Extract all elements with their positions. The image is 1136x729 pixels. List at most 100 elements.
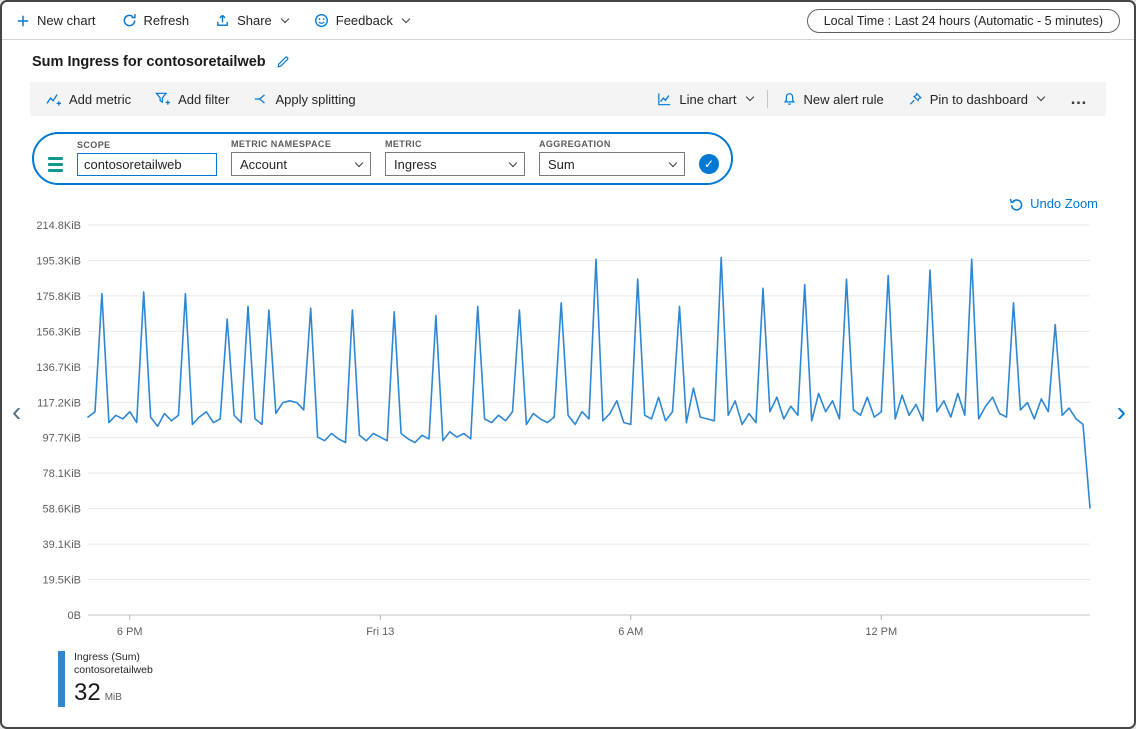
chevron-down-icon	[745, 93, 753, 101]
share-icon	[215, 13, 230, 28]
apply-splitting-label: Apply splitting	[275, 92, 355, 107]
legend-texts: Ingress (Sum) contosoretailweb 32 MiB	[74, 651, 153, 707]
scope-field: SCOPE	[77, 140, 217, 176]
scroll-left-chevron[interactable]: ‹	[12, 401, 21, 423]
feedback-label: Feedback	[336, 13, 393, 28]
share-button[interactable]: Share	[215, 13, 288, 28]
aggregation-field-label: AGGREGATION	[539, 139, 685, 149]
pin-icon	[908, 92, 923, 106]
pin-to-dashboard-label: Pin to dashboard	[930, 92, 1028, 107]
aggregation-dropdown[interactable]: Sum	[539, 152, 685, 176]
undo-zoom-label: Undo Zoom	[1030, 196, 1098, 211]
apply-splitting-button[interactable]: Apply splitting	[241, 82, 367, 116]
scope-input[interactable]	[77, 153, 217, 176]
legend-color-swatch	[58, 651, 65, 707]
chevron-down-icon	[669, 159, 677, 167]
scope-resource-icon	[48, 157, 63, 172]
chevron-down-icon	[355, 159, 363, 167]
legend-resource-label: contosoretailweb	[74, 664, 153, 677]
y-tick-label: 78.1KiB	[42, 468, 81, 480]
refresh-button[interactable]: Refresh	[122, 13, 190, 28]
x-tick-label: 12 PM	[865, 626, 897, 638]
metric-dropdown[interactable]: Ingress	[385, 152, 525, 176]
refresh-label: Refresh	[144, 13, 190, 28]
add-metric-label: Add metric	[69, 92, 131, 107]
chart-type-label: Line chart	[679, 92, 736, 107]
new-alert-rule-label: New alert rule	[804, 92, 884, 107]
checkmark-icon: ✓	[704, 157, 714, 171]
legend-sum-unit: MiB	[105, 692, 122, 703]
azure-metrics-window: New chart Refresh Share Feedback Local T…	[0, 0, 1136, 729]
share-label: Share	[237, 13, 272, 28]
new-alert-icon	[782, 92, 797, 106]
y-tick-label: 156.3KiB	[36, 326, 81, 338]
chevron-down-icon	[1037, 93, 1045, 101]
y-tick-label: 97.7KiB	[42, 433, 81, 445]
chart-area: Undo Zoom ‹ 0B 19.5KiB 39.1KiB 58.6KiB 78.1K…	[2, 195, 1134, 715]
namespace-value: Account	[240, 157, 287, 172]
chevron-down-icon	[402, 14, 410, 22]
metric-field: METRIC Ingress	[385, 139, 525, 176]
edit-title-button[interactable]	[276, 55, 290, 69]
metric-selector-pill: SCOPE METRIC NAMESPACE Account METRIC In…	[32, 132, 733, 185]
y-tick-label: 58.6KiB	[42, 504, 81, 516]
add-metric-icon	[46, 92, 62, 106]
pin-to-dashboard-button[interactable]: Pin to dashboard	[896, 82, 1056, 116]
metric-value: Ingress	[394, 157, 437, 172]
legend-item-ingress[interactable]: Ingress (Sum) contosoretailweb 32 MiB	[58, 651, 153, 707]
feedback-button[interactable]: Feedback	[314, 13, 409, 28]
x-tick-label: Fri 13	[366, 626, 394, 638]
legend-sum-value: 32	[74, 679, 101, 707]
y-tick-label: 175.8KiB	[36, 291, 81, 303]
apply-checkmark-button[interactable]: ✓	[699, 154, 719, 174]
more-commands-button[interactable]: …	[1056, 82, 1102, 116]
metric-field-label: METRIC	[385, 139, 525, 149]
namespace-dropdown[interactable]: Account	[231, 152, 371, 176]
aggregation-field: AGGREGATION Sum	[539, 139, 685, 176]
line-chart-icon	[657, 92, 672, 106]
scope-field-label: SCOPE	[77, 140, 217, 150]
chart-type-dropdown[interactable]: Line chart	[645, 82, 764, 116]
new-alert-rule-button[interactable]: New alert rule	[770, 82, 896, 116]
edit-pencil-icon	[276, 55, 290, 69]
namespace-field-label: METRIC NAMESPACE	[231, 139, 371, 149]
add-metric-button[interactable]: Add metric	[34, 82, 143, 116]
y-tick-label: 39.1KiB	[42, 539, 81, 551]
time-range-picker[interactable]: Local Time : Last 24 hours (Automatic - …	[807, 9, 1120, 33]
chart-toolbar: Add metric Add filter Apply splitting	[30, 82, 1106, 116]
apply-splitting-icon	[253, 92, 268, 106]
y-tick-label: 0B	[68, 610, 81, 622]
new-chart-button[interactable]: New chart	[16, 13, 96, 28]
plus-icon	[16, 14, 30, 28]
chart-toolbar-right: Line chart New alert rule Pin to dashboa…	[645, 82, 1102, 116]
ingress-series-line	[88, 257, 1090, 508]
y-tick-label: 136.7KiB	[36, 362, 81, 374]
new-chart-label: New chart	[37, 13, 96, 28]
legend-series-label: Ingress (Sum)	[74, 651, 153, 664]
aggregation-value: Sum	[548, 157, 575, 172]
x-tick-label: 6 AM	[618, 626, 643, 638]
chart-toolbar-left: Add metric Add filter Apply splitting	[34, 82, 368, 116]
title-row: Sum Ingress for contosoretailweb	[2, 40, 1134, 74]
chevron-down-icon	[509, 159, 517, 167]
toolbar-separator	[767, 90, 768, 108]
y-tick-label: 195.3KiB	[36, 255, 81, 267]
y-tick-label: 19.5KiB	[42, 575, 81, 587]
add-filter-icon	[155, 92, 171, 106]
namespace-field: METRIC NAMESPACE Account	[231, 139, 371, 176]
metrics-line-chart[interactable]: 0B 19.5KiB 39.1KiB 58.6KiB 78.1KiB 97.7KiB 117…	[30, 211, 1106, 651]
scope-row: SCOPE METRIC NAMESPACE Account METRIC In…	[2, 116, 1134, 185]
feedback-smiley-icon	[314, 13, 329, 28]
add-filter-label: Add filter	[178, 92, 229, 107]
refresh-icon	[122, 13, 137, 28]
undo-zoom-button[interactable]: Undo Zoom	[1003, 195, 1104, 212]
chevron-down-icon	[281, 14, 289, 22]
x-tick-label: 6 PM	[117, 626, 143, 638]
undo-icon	[1009, 196, 1024, 211]
y-tick-label: 214.8KiB	[36, 220, 81, 232]
add-filter-button[interactable]: Add filter	[143, 82, 241, 116]
top-toolbar: New chart Refresh Share Feedback Local T…	[2, 2, 1134, 40]
scroll-right-chevron[interactable]: ›	[1117, 401, 1126, 423]
y-tick-label: 117.2KiB	[37, 397, 81, 409]
page-title: Sum Ingress for contosoretailweb	[32, 54, 266, 70]
